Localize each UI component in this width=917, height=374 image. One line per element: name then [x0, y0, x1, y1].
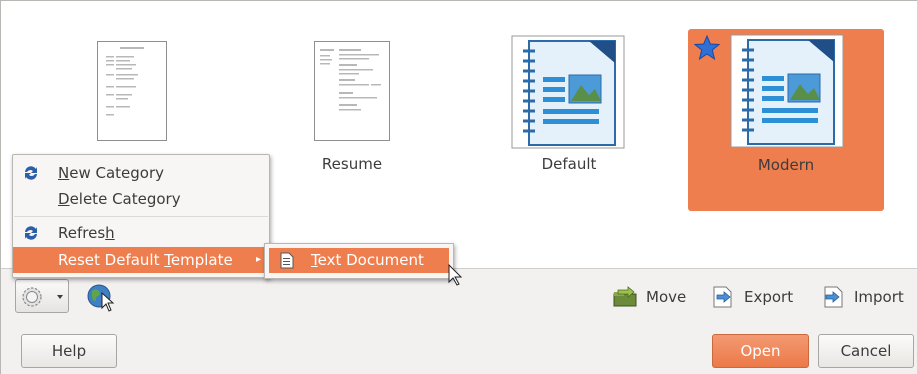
refresh-icon — [25, 166, 37, 180]
move-label: Move — [646, 288, 687, 306]
template-label: Modern — [757, 156, 815, 174]
menu-separator — [14, 216, 268, 217]
template-label: Resume — [321, 155, 383, 173]
submenu-item-label: Text Document — [311, 251, 424, 269]
submenu-item-text-document[interactable]: Text Document — [269, 248, 449, 273]
template-tile-modern[interactable]: Modern — [688, 29, 884, 211]
submenu-arrow-icon: ▸ — [255, 254, 261, 265]
settings-context-menu: New Category Delete Category Refresh Res… — [12, 154, 270, 278]
chevron-down-icon — [57, 295, 63, 299]
template-tile-resume[interactable]: Resume — [282, 1, 422, 201]
move-icon — [613, 286, 637, 307]
open-label: Open — [740, 342, 781, 360]
menu-item-label: Delete Category — [58, 190, 181, 208]
menu-item-label: Reset Default Template — [58, 251, 233, 269]
settings-menu-button[interactable] — [15, 279, 69, 313]
gear-icon — [22, 287, 42, 307]
letter-thumbnail — [97, 41, 167, 141]
reset-template-submenu: Text Document — [264, 243, 454, 279]
export-label: Export — [744, 288, 794, 306]
cancel-button[interactable]: Cancel — [818, 334, 914, 368]
menu-item-refresh[interactable]: Refresh — [13, 220, 269, 246]
open-button[interactable]: Open — [712, 334, 809, 368]
cancel-label: Cancel — [840, 342, 892, 360]
mouse-cursor-icon — [448, 264, 463, 286]
template-label: Default — [541, 155, 597, 173]
writer-document-icon — [730, 34, 844, 148]
import-label: Import — [854, 288, 904, 306]
menu-item-label: Refresh — [58, 224, 115, 242]
import-icon — [824, 286, 843, 308]
menu-item-new-category[interactable]: New Category — [13, 160, 269, 186]
export-icon — [713, 286, 732, 308]
star-icon — [694, 35, 720, 61]
help-button[interactable]: Help — [21, 334, 117, 368]
resume-thumbnail — [314, 41, 390, 141]
mouse-cursor-icon — [101, 292, 115, 312]
help-label: Help — [51, 342, 87, 360]
menu-item-delete-category[interactable]: Delete Category — [13, 186, 269, 212]
menu-item-reset-default-template[interactable]: Reset Default Template ▸ — [13, 247, 269, 273]
template-tile-default[interactable]: Default — [499, 1, 639, 201]
refresh-icon — [25, 226, 37, 240]
document-icon — [280, 252, 294, 269]
menu-item-label: New Category — [58, 164, 165, 182]
writer-document-icon — [511, 35, 625, 149]
